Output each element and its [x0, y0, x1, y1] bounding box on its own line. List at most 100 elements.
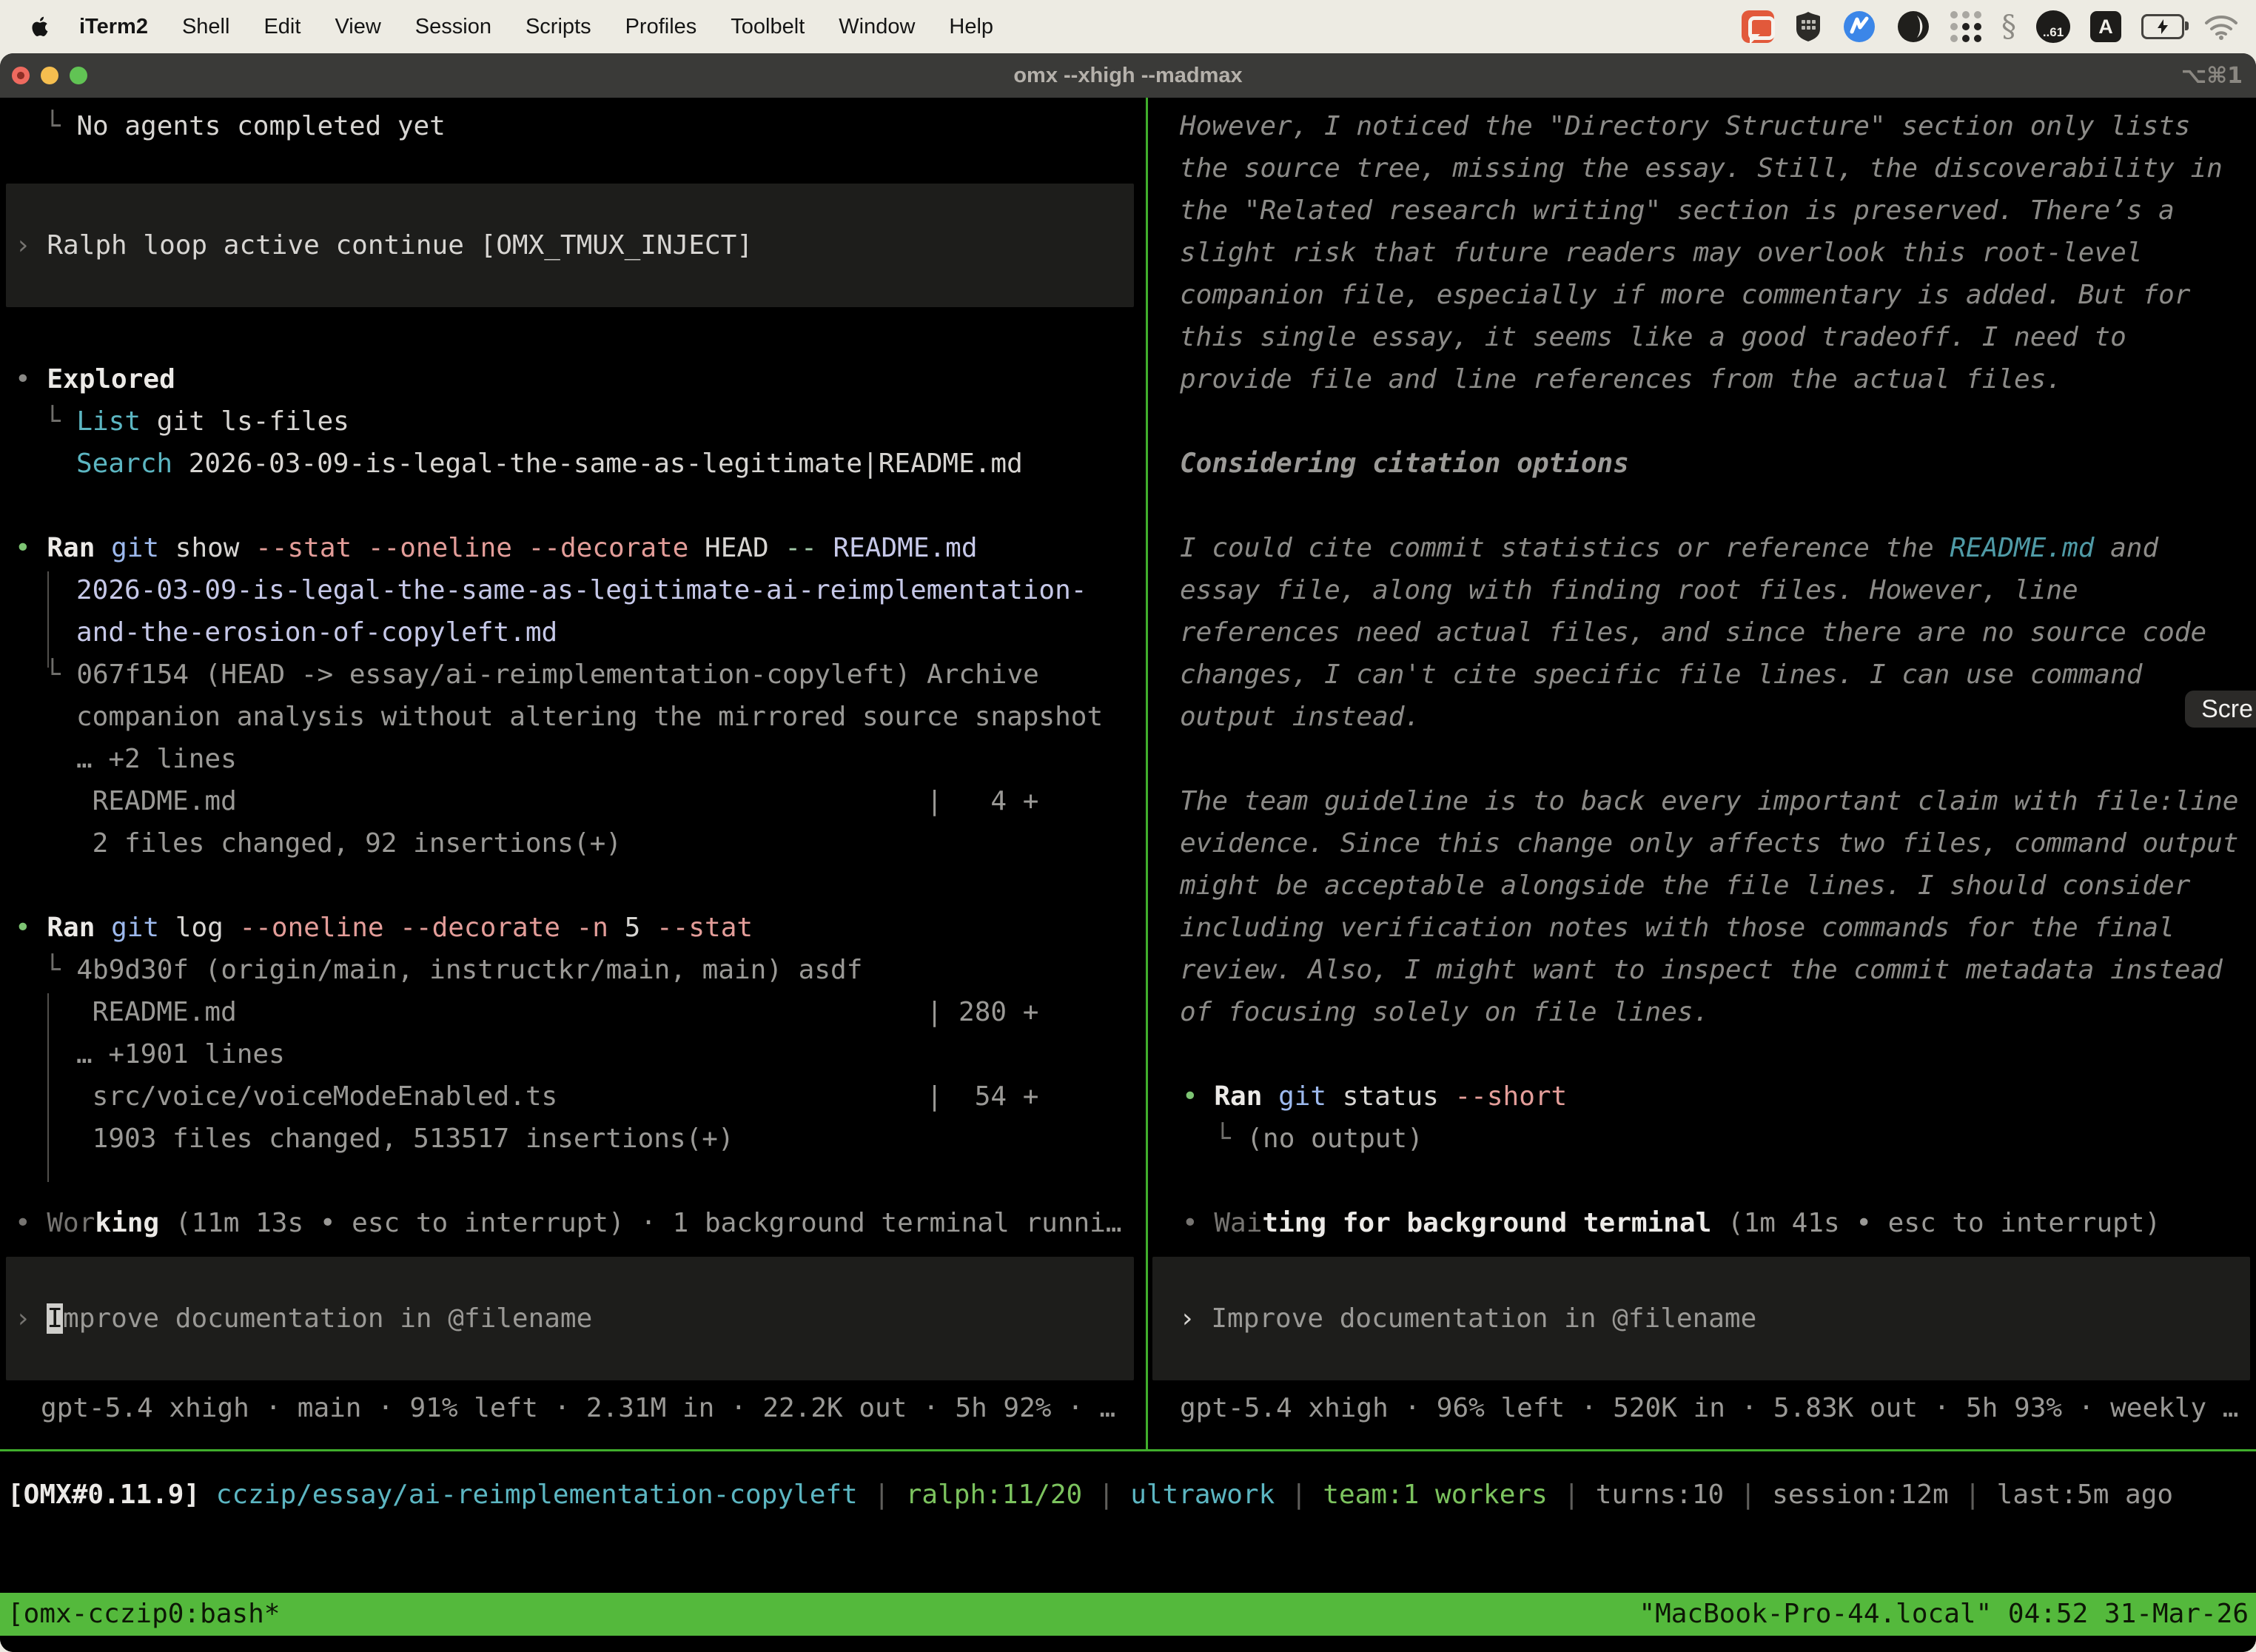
text-segment: • — [15, 1208, 47, 1238]
terminal-line: └ (no output) — [1148, 1118, 2256, 1160]
terminal-line: However, I noticed the "Directory Struct… — [1148, 105, 2256, 147]
menu-shell[interactable]: Shell — [165, 15, 247, 39]
text-segment: team:1 workers — [1323, 1480, 1547, 1510]
text-segment: └ — [44, 955, 76, 985]
text-segment: mprove documentation in @filename — [63, 1303, 592, 1334]
text-segment: List — [76, 406, 141, 437]
text-segment: 2026-03-09-is-legal-the-same-as-legitima… — [76, 575, 1087, 605]
text-segment: references need actual files, and since … — [1180, 617, 2206, 648]
text-segment: README.md | 280 + — [76, 997, 1038, 1027]
text-segment: └ — [44, 406, 76, 437]
prompt-input-box[interactable]: › Improve documentation in @filename — [6, 1257, 1134, 1380]
text-segment: … +1901 lines — [76, 1039, 285, 1070]
text-segment: git — [1278, 1081, 1326, 1112]
shield-grid-icon[interactable] — [1794, 10, 1822, 43]
text-segment: Ran — [47, 913, 95, 943]
window-shortcut-hint: ⌥⌘1 — [2181, 63, 2243, 89]
chat-bubble-icon[interactable] — [1742, 10, 1774, 43]
zigzag-blue-icon[interactable] — [1842, 10, 1876, 44]
text-segment: › — [1179, 1303, 1211, 1334]
text-segment: status — [1326, 1081, 1454, 1112]
terminal-line: • Ran git status --short — [1148, 1075, 2256, 1118]
terminal-line: src/voice/voiceModeEnabled.ts | 54 + — [0, 1075, 1146, 1118]
text-segment: 2 files changed, 92 insertions(+) — [76, 828, 622, 859]
terminal-line: gpt-5.4 xhigh · main · 91% left · 2.31M … — [0, 1387, 1146, 1429]
menu-iterm2[interactable]: iTerm2 — [62, 15, 165, 39]
terminal-line: └ 4b9d30f (origin/main, instructkr/main,… — [0, 949, 1146, 991]
text-segment — [817, 533, 833, 563]
text-segment: --stat --oneline --decorate — [255, 533, 688, 563]
menu-help[interactable]: Help — [932, 15, 1010, 39]
text-segment: › — [15, 1303, 47, 1334]
text-segment: cczip/essay/ai-reimplementation-copyleft — [216, 1480, 858, 1510]
wifi-icon[interactable] — [2204, 13, 2238, 40]
text-segment: Explored — [47, 364, 175, 394]
claude-crescent-icon[interactable] — [1896, 10, 1930, 44]
text-segment — [95, 913, 111, 943]
menu-profiles[interactable]: Profiles — [608, 15, 714, 39]
text-segment: ultrawork — [1130, 1480, 1275, 1510]
text-segment: session:12m — [1772, 1480, 1948, 1510]
menu-bar: iTerm2 Shell Edit View Session Scripts P… — [0, 0, 2256, 53]
menu-view[interactable]: View — [318, 15, 397, 39]
text-segment: provide file and line references from th… — [1180, 364, 2062, 394]
text-segment: git — [111, 913, 159, 943]
text-segment: king — [95, 1208, 159, 1238]
menu-edit[interactable]: Edit — [246, 15, 318, 39]
text-segment: Considering citation options — [1180, 449, 1629, 479]
window-titlebar[interactable]: omx --xhigh --madmax ⌥⌘1 — [0, 53, 2256, 98]
text-segment: • — [15, 913, 47, 943]
text-segment: might be acceptable alongside the file l… — [1180, 870, 2190, 901]
terminal-line: └ No agents completed yet — [0, 105, 1146, 147]
terminal-line: the "Related research writing" section i… — [1148, 189, 2256, 232]
text-segment: | — [1275, 1480, 1323, 1510]
input-source-a-icon[interactable]: A — [2090, 11, 2121, 42]
text-segment: Ralph loop active continue [OMX_TMUX_INJ… — [47, 230, 753, 261]
text-segment: README.md — [833, 533, 977, 563]
menu-toolbelt[interactable]: Toolbelt — [714, 15, 822, 39]
text-segment: --short — [1455, 1081, 1568, 1112]
prompt-input-box[interactable]: › Improve documentation in @filename — [1152, 1257, 2250, 1380]
terminal-line: … +1901 lines — [0, 1033, 1146, 1075]
screen-notification-tooltip: Scre — [2185, 691, 2256, 728]
right-pane[interactable]: However, I noticed the "Directory Struct… — [1148, 98, 2256, 1449]
terminal-line: 1903 files changed, 513517 insertions(+) — [0, 1118, 1146, 1160]
terminal-line: gpt-5.4 xhigh · 96% left · 520K in · 5.8… — [1148, 1387, 2256, 1429]
text-segment: However, I noticed the "Directory Struct… — [1180, 111, 2190, 141]
horizontal-divider — [0, 1449, 2256, 1451]
text-segment: evidence. Since this change only affects… — [1180, 828, 2238, 859]
text-segment: last:5m ago — [1997, 1480, 2173, 1510]
menu-session[interactable]: Session — [398, 15, 508, 39]
text-segment: -- — [785, 533, 816, 563]
terminal-line: README.md | 280 + — [0, 991, 1146, 1033]
terminal-line: … +2 lines — [0, 738, 1146, 780]
text-segment: 5 — [608, 913, 657, 943]
text-segment: changes, I can't cite specific file line… — [1180, 659, 2142, 690]
text-segment: slight risk that future readers may over… — [1180, 238, 2142, 268]
text-segment: 1903 files changed, 513517 insertions(+) — [76, 1124, 734, 1154]
text-segment: git ls-files — [141, 406, 349, 437]
badge-61-icon[interactable]: ..61 — [2036, 10, 2070, 43]
dots-grid-icon[interactable] — [1950, 11, 1981, 42]
s-curve-icon[interactable]: § — [2001, 10, 2016, 44]
left-pane[interactable]: └ No agents completed yet › Ralph loop ac… — [0, 98, 1146, 1449]
text-segment: (11m 13s • esc to interrupt) · 1 backgro… — [159, 1208, 1121, 1238]
terminal-line: of focusing solely on file lines. — [1148, 991, 2256, 1033]
terminal-line: Search 2026-03-09-is-legal-the-same-as-l… — [0, 443, 1146, 485]
terminal[interactable]: └ No agents completed yet › Ralph loop ac… — [0, 98, 2256, 1652]
apple-menu-icon[interactable] — [28, 14, 50, 39]
terminal-line: companion analysis without altering the … — [0, 696, 1146, 738]
text-segment: git — [111, 533, 159, 563]
tree-guide-line — [47, 571, 49, 668]
tmux-panes: └ No agents completed yet › Ralph loop ac… — [0, 98, 2256, 1449]
text-segment: and — [2094, 533, 2158, 563]
menu-scripts[interactable]: Scripts — [508, 15, 608, 39]
terminal-line: I could cite commit statistics or refere… — [1148, 527, 2256, 569]
blank-line — [1148, 1160, 2256, 1202]
battery-charging-icon[interactable] — [2141, 14, 2184, 39]
menu-window[interactable]: Window — [822, 15, 932, 39]
text-segment: review. Also, I might want to inspect th… — [1180, 955, 2223, 985]
prompt-input-box[interactable]: › Ralph loop active continue [OMX_TMUX_I… — [6, 184, 1134, 307]
blank-line — [0, 864, 1146, 907]
text-segment: ralph:11/20 — [906, 1480, 1082, 1510]
